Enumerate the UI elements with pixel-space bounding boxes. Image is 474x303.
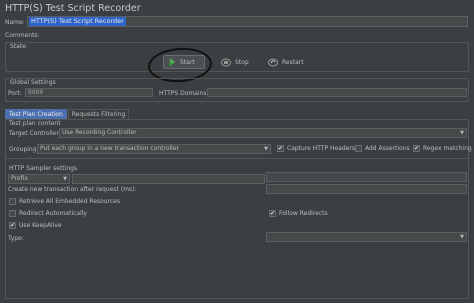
target-controller-value: Use Recording Controller: [62, 129, 137, 136]
prefix-extra-input[interactable]: [266, 172, 467, 182]
add-assertions-checkbox[interactable]: Add Assertions: [355, 145, 410, 152]
stop-button[interactable]: Stop: [218, 55, 254, 69]
regex-matching-checkbox[interactable]: ✔ Regex matching: [413, 145, 472, 152]
follow-redirects-checkbox[interactable]: ✔ Follow Redirects: [269, 210, 328, 217]
prefix-value: Prefix: [11, 175, 28, 182]
stop-icon: [221, 58, 231, 66]
global-legend: Global Settings: [10, 79, 56, 86]
checkmark-icon: ✔: [269, 209, 276, 217]
tab-test-plan-creation[interactable]: Test Plan Creation: [5, 109, 67, 119]
https-domains-label: HTTPS Domains:: [159, 90, 209, 97]
target-controller-select[interactable]: Use Recording Controller ▼: [59, 128, 467, 138]
checkmark-icon: ✔: [277, 144, 284, 152]
prefix-input[interactable]: [72, 174, 265, 184]
retrieve-embedded-checkbox[interactable]: Retrieve All Embedded Resources: [9, 198, 120, 205]
window-title: HTTP(S) Test Script Recorder: [5, 3, 141, 14]
capture-headers-label: Capture HTTP Headers: [287, 145, 355, 152]
divider: [5, 158, 469, 159]
restart-label: Restart: [282, 58, 304, 66]
type-select[interactable]: ▼: [266, 232, 467, 242]
tab-bar: Test Plan Creation Requests Filtering: [5, 109, 130, 119]
capture-headers-checkbox[interactable]: ✔ Capture HTTP Headers: [277, 145, 355, 152]
restart-icon: [268, 58, 278, 66]
state-legend: State: [10, 43, 26, 50]
port-input[interactable]: 8888: [25, 88, 153, 97]
comments-label: Comments:: [5, 32, 40, 39]
retrieve-embedded-label: Retrieve All Embedded Resources: [19, 198, 121, 205]
checkbox-empty-icon: [9, 198, 16, 205]
name-input[interactable]: HTTP(S) Test Script Recorder: [27, 16, 468, 27]
restart-button[interactable]: Restart: [265, 55, 311, 69]
sampler-settings-legend: HTTP Sampler settings: [9, 165, 78, 172]
chevron-down-icon: ▼: [460, 130, 464, 136]
test-plan-content-legend: Test plan content: [9, 120, 61, 127]
use-keepalive-checkbox[interactable]: ✔ Use KeepAlive: [9, 222, 62, 229]
use-keepalive-label: Use KeepAlive: [19, 222, 62, 229]
checkmark-icon: ✔: [9, 221, 16, 229]
https-domains-input[interactable]: [207, 88, 467, 97]
checkbox-empty-icon: [355, 145, 362, 152]
grouping-value: Put each group in a new transaction cont…: [40, 145, 179, 152]
name-label: Name:: [5, 19, 25, 26]
port-label: Port:: [8, 90, 22, 97]
redirect-automatically-checkbox[interactable]: Redirect Automatically: [9, 210, 87, 217]
chevron-down-icon: ▼: [460, 234, 464, 240]
follow-redirects-label: Follow Redirects: [279, 210, 328, 217]
grouping-select[interactable]: Put each group in a new transaction cont…: [37, 144, 271, 154]
chevron-down-icon: ▼: [264, 146, 268, 152]
chevron-down-icon: ▼: [63, 176, 67, 182]
checkbox-empty-icon: [9, 210, 16, 217]
type-label: Type:: [8, 235, 24, 242]
create-transaction-input[interactable]: [266, 184, 467, 194]
name-input-value: HTTP(S) Test Script Recorder: [29, 17, 126, 26]
stop-label: Stop: [235, 58, 249, 66]
regex-matching-label: Regex matching: [423, 145, 472, 152]
add-assertions-label: Add Assertions: [365, 145, 410, 152]
prefix-select[interactable]: Prefix ▼: [8, 174, 70, 184]
checkmark-icon: ✔: [413, 144, 420, 152]
create-transaction-label: Create new transaction after request (ms…: [8, 186, 137, 193]
grouping-label: Grouping:: [9, 146, 39, 153]
target-controller-label: Target Controller:: [9, 130, 61, 137]
redirect-automatically-label: Redirect Automatically: [19, 210, 87, 217]
tab-requests-filtering[interactable]: Requests Filtering: [67, 109, 130, 119]
